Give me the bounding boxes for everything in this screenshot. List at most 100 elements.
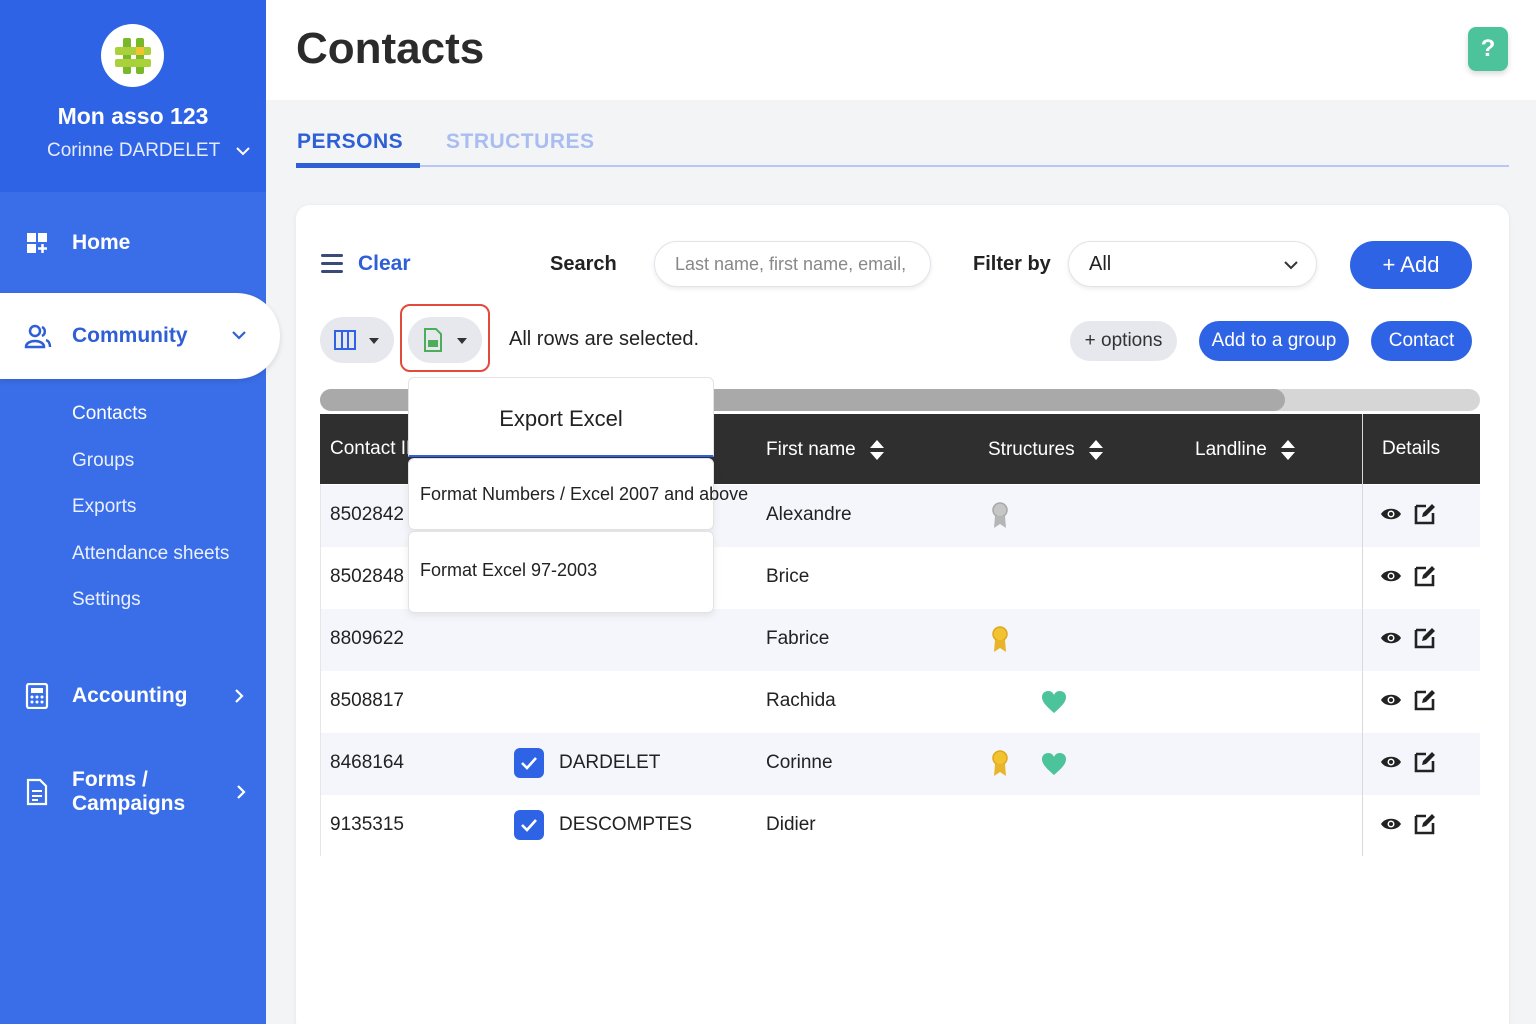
table-row[interactable] [320,671,1480,733]
column-contact-id[interactable]: Contact ID [330,438,420,460]
columns-button[interactable] [320,317,394,363]
view-icon[interactable] [1380,630,1402,651]
column-details: Details [1382,438,1440,460]
organization-logo[interactable] [101,24,164,87]
options-button[interactable]: + options [1070,321,1177,361]
subnav-groups[interactable]: Groups [72,450,134,472]
nav-accounting-label: Accounting [72,684,188,707]
heart-icon [1041,752,1067,781]
edit-icon[interactable] [1413,626,1437,655]
table-left-border [320,484,321,856]
first-name-cell: Didier [766,814,816,835]
subnav-settings[interactable]: Settings [72,589,141,611]
column-first-name[interactable]: First name [766,438,886,462]
contact-id-cell: 8502848 [330,566,404,587]
sidebar: Mon asso 123 Corinne DARDELET Home Commu… [0,0,280,1024]
nav-community[interactable]: Community [0,293,280,379]
add-to-group-button[interactable]: Add to a group [1199,321,1349,361]
columns-icon [334,330,356,350]
subnav-attendance-sheets[interactable]: Attendance sheets [72,543,229,565]
table-row[interactable] [320,795,1480,857]
excel-file-icon [424,328,442,352]
hashtag-logo-icon [114,37,151,74]
contact-button[interactable]: Contact [1371,321,1472,361]
export-menu-header: Export Excel [408,377,714,457]
clear-button[interactable]: Clear [358,252,411,276]
sort-icon [869,440,884,460]
contact-id-cell: 9135315 [330,814,404,835]
subnav-exports[interactable]: Exports [72,496,136,518]
subnav-contacts[interactable]: Contacts [72,403,147,425]
nav-community-label: Community [72,324,188,347]
tab-persons[interactable]: PERSONS [297,130,403,154]
view-icon[interactable] [1380,568,1402,589]
nav-accounting[interactable]: Accounting [0,666,266,726]
organization-name: Mon asso 123 [57,103,209,129]
contact-id-cell: 8508817 [330,690,404,711]
table-row[interactable] [320,733,1480,795]
export-menu-title: Export Excel [499,406,623,431]
sidebar-header: Mon asso 123 Corinne DARDELET [0,0,266,192]
search-label: Search [550,253,617,275]
tabs-divider [296,165,1509,167]
edit-icon[interactable] [1413,812,1437,841]
filter-value: All [1089,253,1112,275]
column-structures[interactable]: Structures [988,438,1105,462]
nav-forms-campaigns[interactable]: Forms / Campaigns [0,762,266,822]
caret-down-icon [457,338,467,344]
last-name-cell: DESCOMPTES [559,814,693,835]
column-structures-label: Structures [988,439,1075,460]
details-column-divider [1362,414,1363,856]
user-name[interactable]: Corinne DARDELET [47,140,220,162]
column-landline-label: Landline [1195,439,1267,460]
view-icon[interactable] [1380,692,1402,713]
filter-select[interactable]: All [1068,241,1317,287]
row-checkbox[interactable] [514,748,544,778]
tab-structures[interactable]: STRUCTURES [446,130,595,154]
edit-icon[interactable] [1413,688,1437,717]
view-icon[interactable] [1380,754,1402,775]
column-first-name-label: First name [766,439,856,460]
export-format-xls-label: Format Excel 97-2003 [420,560,598,580]
menu-icon[interactable] [321,254,343,274]
help-button[interactable]: ? [1468,27,1508,71]
export-excel-button[interactable] [408,317,482,363]
check-icon [521,757,537,770]
chevron-right-icon [237,785,246,799]
first-name-cell: Alexandre [766,504,852,525]
gray-ribbon-icon [991,501,1009,534]
page-title: Contacts [296,24,485,73]
gold-ribbon-icon [991,625,1009,658]
sort-icon [1088,440,1103,460]
contact-id-cell: 8468164 [330,752,404,773]
nav-home[interactable]: Home [0,213,266,273]
sort-icon [1280,440,1295,460]
edit-icon[interactable] [1413,750,1437,779]
chevron-down-icon [232,331,246,340]
edit-icon[interactable] [1413,564,1437,593]
selection-status: All rows are selected. [509,328,700,350]
edit-icon[interactable] [1413,502,1437,531]
view-icon[interactable] [1380,506,1402,527]
first-name-cell: Brice [766,566,810,587]
column-landline[interactable]: Landline [1195,438,1297,462]
export-format-xls[interactable]: Format Excel 97-2003 [408,531,714,613]
active-tab-indicator [296,163,420,168]
chevron-down-icon[interactable] [234,142,252,160]
table-row[interactable] [320,609,1480,671]
heart-icon [1041,690,1067,719]
row-checkbox[interactable] [514,810,544,840]
view-icon[interactable] [1380,816,1402,837]
add-button[interactable]: + Add [1350,241,1472,289]
chevron-right-icon [235,689,244,703]
dashboard-icon [24,230,50,256]
calculator-icon [24,683,50,709]
export-format-xlsx[interactable]: Format Numbers / Excel 2007 and above [408,458,748,530]
gold-ribbon-icon [991,749,1009,782]
search-input[interactable] [654,241,931,287]
first-name-cell: Rachida [766,690,836,711]
nav-home-label: Home [72,231,131,254]
column-details-label: Details [1382,438,1441,459]
contact-id-cell: 8809622 [330,628,404,649]
export-format-xlsx-label: Format Numbers / Excel 2007 and above [420,484,749,504]
